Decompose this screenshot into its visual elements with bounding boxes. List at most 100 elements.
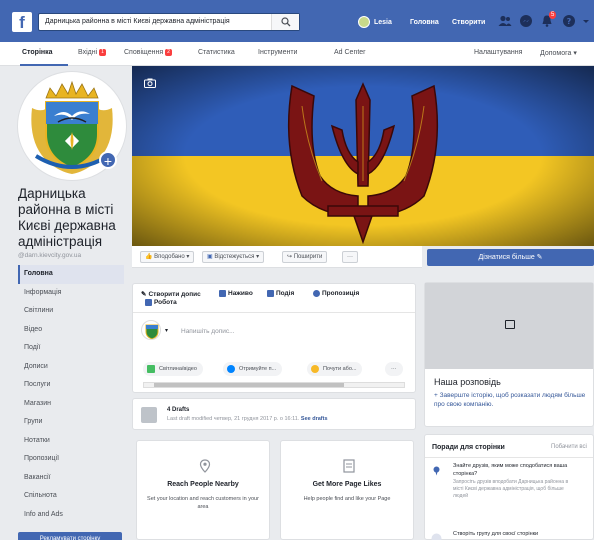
avatar (358, 16, 370, 28)
cover-photo[interactable] (132, 66, 594, 246)
job-tab[interactable]: Робота (145, 299, 177, 306)
drafts-meta: Last draft modified четвер, 21 грудня 20… (167, 416, 328, 422)
tab-tools[interactable]: Інструменти (258, 49, 297, 56)
image-icon (505, 320, 515, 329)
following-icon: ▣ (207, 254, 213, 260)
sidebar-item-services[interactable]: Послуги (18, 376, 124, 395)
photo-video-chip[interactable]: Світлина/відео (143, 362, 203, 376)
pencil-icon: ✎ (141, 291, 147, 298)
horizontal-scrollbar[interactable] (143, 382, 405, 388)
messenger-icon[interactable] (519, 14, 533, 28)
share-icon: ↪ (287, 254, 293, 260)
our-story-card[interactable]: Наша розповідь + Заверште історію, щоб р… (424, 282, 594, 427)
post-composer: ✎ Створити допис Наживо Подія Пропозиція … (132, 283, 416, 393)
see-drafts-link[interactable]: See drafts (301, 416, 328, 422)
search-input[interactable]: Дарницька районна в місті Києві державна… (38, 13, 300, 31)
help-icon[interactable]: ? (562, 14, 576, 28)
messenger-chip-icon (227, 365, 235, 373)
smile-icon (311, 365, 319, 373)
friends-icon[interactable] (498, 14, 512, 28)
sidebar-item-shop[interactable]: Магазин (18, 395, 124, 414)
sidebar-item-community[interactable]: Спільнота (18, 487, 124, 506)
see-all-tips-link[interactable]: Побачити всі (551, 444, 587, 450)
briefcase-icon (145, 299, 152, 306)
more-options-chip[interactable]: ··· (385, 362, 403, 376)
camera-icon[interactable] (144, 78, 156, 88)
scrollbar-thumb[interactable] (154, 383, 344, 387)
cover-flag-image (132, 66, 594, 246)
user-name: Lesia (374, 18, 392, 26)
sidebar-item-home[interactable]: Головна (18, 265, 124, 284)
sidebar-item-jobs[interactable]: Вакансії (18, 469, 124, 488)
tips-divider (425, 457, 593, 458)
location-icon (199, 459, 211, 473)
add-photo-button[interactable]: + (99, 151, 117, 169)
learn-more-button[interactable]: Дізнатися більше ✎ (427, 249, 594, 266)
tab-insights[interactable]: Статистика (198, 49, 235, 56)
story-add-link[interactable]: + Заверште історію, щоб розказати людям … (434, 391, 589, 409)
top-navigation-bar: f Дарницька районна в місті Києві держав… (0, 0, 594, 42)
chevron-down-icon[interactable]: ▾ (165, 327, 168, 334)
page-username[interactable]: @darn.kievcity.gov.ua (18, 252, 81, 259)
create-post-tab[interactable]: ✎ Створити допис (141, 290, 201, 299)
notifications-badge: 5 (549, 11, 557, 19)
promote-page-button[interactable]: Рекламувати сторінку (18, 532, 122, 540)
sidebar-item-about[interactable]: Інформація (18, 284, 124, 303)
photo-icon (147, 365, 155, 373)
create-link[interactable]: Створити (452, 19, 485, 26)
pin-icon (433, 466, 440, 476)
like-icon: 👍 (145, 254, 153, 260)
page-icon (343, 459, 355, 473)
account-menu-icon[interactable] (582, 14, 590, 28)
live-video-icon (219, 290, 226, 297)
sidebar-item-info-and-ads[interactable]: Info and Ads (18, 506, 124, 525)
tip-title: Знайте друзів, яким може сподобатися ваш… (453, 463, 568, 477)
offer-icon (313, 290, 320, 297)
share-button[interactable]: ↪ Поширити (282, 251, 328, 263)
promo-card-reach[interactable]: Reach People Nearby Set your location an… (136, 440, 270, 540)
tab-help[interactable]: Допомога ▾ (540, 49, 577, 57)
sidebar-item-notes[interactable]: Нотатки (18, 432, 124, 451)
get-messages-chip[interactable]: Отримуйте п... (223, 362, 283, 376)
svg-text:?: ? (567, 17, 572, 26)
sidebar-item-photos[interactable]: Світлини (18, 302, 124, 321)
offer-tab[interactable]: Пропозиція (313, 290, 359, 297)
tips-heading: Поради для сторінки (432, 444, 505, 451)
promo-description: Set your location and reach customers in… (147, 496, 259, 510)
liked-button[interactable]: 👍 Вподобано ▾ (140, 251, 195, 263)
write-post-input[interactable]: Напишіть допис... (181, 328, 235, 335)
page-title: Дарницька районна в місті Києві державна… (18, 186, 116, 249)
drafts-card: 4 Drafts Last draft modified четвер, 21 … (132, 398, 416, 430)
promo-card-likes[interactable]: Get More Page Likes Help people find and… (280, 440, 414, 540)
profile-link[interactable]: Lesia (358, 15, 392, 29)
tab-inbox[interactable]: Вхідні 1 (78, 49, 106, 56)
sidebar-item-posts[interactable]: Дописи (18, 358, 124, 377)
feeling-chip[interactable]: Почути або... (307, 362, 363, 376)
sidebar-item-offers[interactable]: Пропозиції (18, 450, 124, 469)
composer-page-avatar[interactable] (141, 320, 161, 340)
more-actions-button[interactable]: ··· (342, 251, 358, 263)
sidebar-item-groups[interactable]: Групи (18, 413, 124, 432)
sidebar-item-events[interactable]: Події (18, 339, 124, 358)
tab-page[interactable]: Сторінка (22, 49, 53, 56)
home-link[interactable]: Головна (410, 19, 439, 26)
tab-notifications[interactable]: Сповіщення 2 (124, 49, 172, 56)
story-image-placeholder[interactable] (425, 283, 593, 369)
drafts-icon (141, 407, 157, 423)
promo-title: Get More Page Likes (312, 481, 382, 488)
story-title: Наша розповідь (434, 377, 501, 387)
page-tips-card: Поради для сторінки Побачити всі Знайте … (424, 434, 594, 540)
group-icon (431, 533, 442, 540)
tip-description: Запросіть друзів вподобати Дарницька рай… (453, 479, 569, 499)
tab-settings[interactable]: Налаштування (474, 49, 522, 56)
facebook-logo[interactable]: f (12, 12, 32, 32)
search-button[interactable] (271, 14, 299, 30)
sidebar-item-videos[interactable]: Відео (18, 321, 124, 340)
calendar-icon (267, 290, 274, 297)
tab-ad-center[interactable]: Ad Center (334, 49, 366, 56)
drafts-title: 4 Drafts (167, 407, 190, 413)
following-button[interactable]: ▣ Відстежується ▾ (202, 251, 265, 263)
search-icon (281, 17, 291, 27)
live-tab[interactable]: Наживо (219, 290, 253, 297)
event-tab[interactable]: Подія (267, 290, 294, 297)
